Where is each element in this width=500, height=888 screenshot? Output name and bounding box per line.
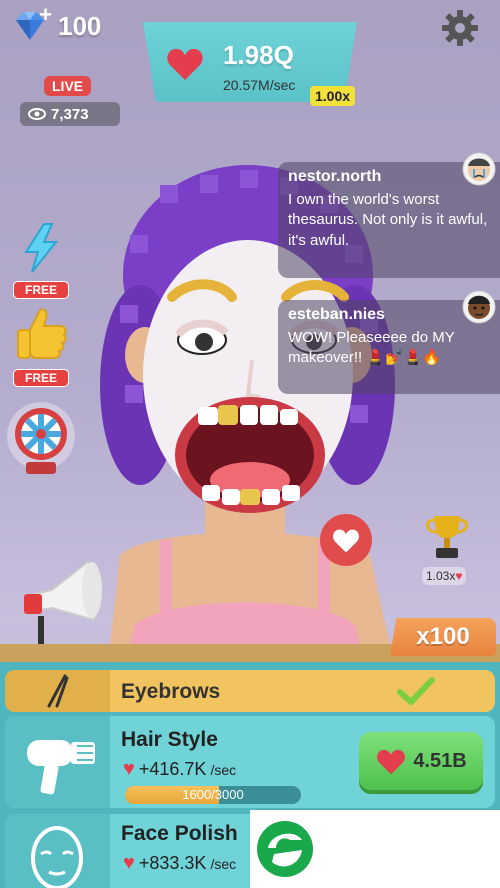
live-badge: LIVE	[44, 76, 92, 96]
eye-icon	[28, 108, 46, 120]
shop-item-eyebrows[interactable]: Eyebrows	[5, 670, 495, 712]
chat-message: nestor.north I own the world's worst the…	[278, 152, 500, 278]
checkmark-icon	[397, 677, 435, 705]
crying-avatar-icon	[462, 152, 496, 186]
shop-item-rate: ♥ +416.7K /sec	[123, 758, 236, 781]
logo-background	[320, 810, 500, 888]
chat-text: I own the world's worst thesaurus. Not o…	[288, 191, 488, 249]
chat-text: WOW! Pleaseeee do MY makeover!! 💄💅💄🔥	[288, 329, 455, 367]
chat-username: esteban.nies	[288, 306, 385, 323]
hair-dryer-icon	[27, 740, 95, 795]
user-avatar-icon	[462, 290, 496, 324]
plus-icon: +	[39, 2, 52, 27]
lightning-icon	[24, 223, 59, 273]
like-reaction-button[interactable]	[320, 514, 372, 566]
prize-wheel-button[interactable]	[6, 396, 76, 485]
rate-value: +833.3K	[138, 853, 207, 873]
viewer-count: 7,373	[20, 102, 120, 126]
shop-item-icon-box	[5, 716, 110, 808]
viewer-count-value: 7,373	[51, 105, 89, 123]
green-g-logo-icon	[257, 821, 313, 877]
heart-icon: ♥	[123, 852, 135, 874]
shop-item-icon-box	[5, 814, 110, 888]
trophy-multiplier: 1.03x♥	[422, 567, 467, 585]
gem-counter[interactable]: + 100	[10, 2, 102, 46]
buy-cost: 4.51B	[413, 749, 467, 772]
shop-item-name: Hair Style	[121, 728, 218, 751]
rate-unit: /sec	[210, 761, 237, 778]
tweezers-icon	[47, 674, 69, 708]
shop-item-name: Face Polish	[121, 822, 238, 845]
shop-item-name: Eyebrows	[121, 680, 221, 703]
rate-unit: /sec	[210, 855, 237, 872]
energy-free-label: FREE	[13, 281, 69, 299]
buy-hair-style-button[interactable]: 4.51B	[359, 732, 483, 790]
shop-item-rate: ♥ +833.3K /sec	[123, 852, 236, 875]
like-free-label: FREE	[13, 369, 69, 387]
chat-message: esteban.nies WOW! Pleaseeee do MY makeov…	[278, 290, 500, 394]
upgrade-progress-bar: 1600/3000	[125, 786, 301, 804]
diamond-icon: +	[10, 2, 52, 46]
heart-icon	[332, 529, 360, 553]
energy-boost-button[interactable]: FREE	[12, 222, 70, 299]
shop-item-hair-style: Hair Style ♥ +416.7K /sec 1600/3000 4.51…	[5, 716, 495, 808]
gem-count: 100	[58, 10, 102, 41]
progress-text: 1600/3000	[182, 787, 244, 802]
trophy-multiplier-value: 1.03x	[426, 569, 456, 583]
multiplier-badge: 1.00x	[310, 86, 356, 106]
heart-icon	[167, 48, 203, 80]
trophy-icon	[426, 516, 468, 558]
rate-value: +416.7K	[138, 759, 207, 779]
settings-gear-icon[interactable]	[440, 8, 480, 48]
heart-icon	[377, 749, 406, 775]
megaphone-icon[interactable]	[22, 556, 108, 646]
wheel-icon	[7, 402, 75, 474]
love-total: 1.98Q	[223, 40, 294, 70]
heart-icon: ♥	[123, 758, 135, 780]
chat-username: nestor.north	[288, 168, 382, 185]
thumbs-up-icon	[17, 308, 67, 359]
small-heart-icon: ♥	[455, 569, 463, 583]
like-boost-button[interactable]: FREE	[12, 304, 70, 387]
buy-multiplier-button[interactable]: x100	[390, 618, 496, 656]
trophy-bonus[interactable]: 1.03x♥	[420, 512, 480, 585]
app-logo	[250, 810, 320, 888]
shop-item-icon-box	[5, 670, 110, 712]
love-rate: 20.57M/sec	[223, 77, 296, 93]
face-mask-icon	[31, 826, 83, 888]
